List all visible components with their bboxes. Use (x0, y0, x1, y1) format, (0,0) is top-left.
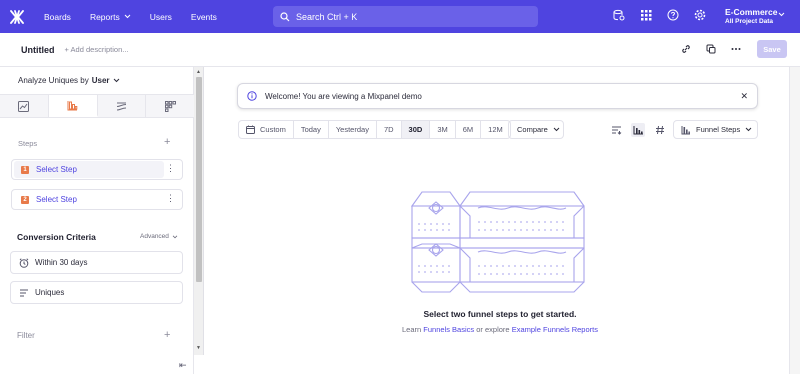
step-menu-icon[interactable]: ⋮ (166, 164, 175, 173)
analyze-value: User (91, 76, 110, 85)
help-icon[interactable] (666, 8, 680, 22)
info-icon (247, 91, 257, 101)
date-range-7d[interactable]: 7D (377, 121, 402, 138)
more-icon[interactable] (729, 42, 742, 55)
compare-dropdown[interactable]: Compare (508, 120, 564, 139)
report-type-tabs (0, 94, 194, 118)
date-range-12m[interactable]: 12M (481, 121, 510, 138)
funnel-empty-state-illustration (410, 191, 585, 293)
funnels-basics-link[interactable]: Funnels Basics (423, 325, 474, 334)
top-nav: Boards Reports Users Events Search Ctrl … (0, 0, 800, 33)
counting-method-field[interactable]: Uniques (10, 281, 183, 304)
select-step-button[interactable]: Select Step (36, 195, 77, 204)
nav-users[interactable]: Users (150, 12, 172, 22)
filter-lines-icon (20, 289, 28, 296)
collapse-sidebar-icon[interactable]: ⇤ (179, 360, 187, 371)
date-range-yesterday[interactable]: Yesterday (329, 121, 377, 138)
analyze-prefix: Analyze Uniques by (18, 76, 89, 85)
analyze-by-selector[interactable]: Analyze Uniques by User (18, 76, 120, 85)
save-button[interactable]: Save (757, 40, 787, 58)
empty-state-title: Select two funnel steps to get started. (423, 309, 577, 319)
welcome-text: Welcome! You are viewing a Mixpanel demo (265, 91, 422, 101)
tab-flows[interactable] (97, 95, 147, 117)
date-range-3m[interactable]: 3M (430, 121, 456, 138)
display-options-icon[interactable] (609, 123, 623, 137)
add-step-plus-icon[interactable]: + (164, 136, 170, 148)
insights-icon (18, 100, 30, 112)
date-range-6m[interactable]: 6M (456, 121, 482, 138)
metric-hash-icon[interactable] (653, 123, 667, 137)
tab-funnels[interactable] (48, 95, 98, 117)
date-range-today[interactable]: Today (294, 121, 329, 138)
date-range-30d[interactable]: 30D (401, 121, 431, 138)
database-icon[interactable] (612, 8, 626, 22)
step-number-badge: 1 (21, 165, 29, 174)
search-placeholder: Search Ctrl + K (296, 11, 358, 22)
copy-icon[interactable] (704, 42, 717, 55)
welcome-banner: Welcome! You are viewing a Mixpanel demo… (237, 83, 758, 109)
report-title[interactable]: Untitled (21, 45, 55, 55)
funnel-chart-icon (681, 125, 690, 134)
calendar-icon (246, 125, 255, 134)
nav-reports[interactable]: Reports (90, 12, 131, 22)
nav-events[interactable]: Events (191, 12, 217, 22)
funnel-step[interactable]: 2 Select Step ⋮ (11, 189, 183, 210)
chart-type-dropdown[interactable]: Funnel Steps (673, 120, 758, 139)
chevron-down-icon (124, 14, 131, 19)
retention-icon (164, 100, 176, 112)
report-header: Untitled + Add description... Save (0, 33, 800, 67)
funnels-icon (67, 100, 78, 110)
step-menu-icon[interactable]: ⋮ (166, 194, 175, 203)
close-icon[interactable]: ✕ (740, 91, 748, 102)
chevron-down-icon (172, 235, 178, 238)
chevron-down-icon (553, 127, 560, 132)
project-scope: All Project Data (725, 18, 774, 25)
scrollbar-thumb[interactable] (196, 77, 202, 282)
tab-insights[interactable] (0, 95, 49, 117)
chevron-down-icon (745, 127, 752, 132)
advanced-toggle[interactable]: Advanced (140, 233, 178, 240)
example-funnels-link[interactable]: Example Funnels Reports (512, 325, 598, 334)
funnel-step[interactable]: 1 Select Step ⋮ (11, 159, 183, 180)
project-name: E-Commerce (725, 7, 778, 17)
mixpanel-logo-icon[interactable] (0, 0, 34, 33)
date-range-selector: Custom Today Yesterday 7D 30D 3M 6M 12M (238, 120, 511, 139)
tab-retention[interactable] (146, 95, 194, 117)
steps-label: Steps (18, 139, 38, 148)
chevron-down-icon[interactable] (778, 12, 785, 17)
date-range-custom[interactable]: Custom (239, 121, 294, 138)
clock-icon (19, 257, 29, 268)
search-bar[interactable]: Search Ctrl + K (273, 6, 538, 27)
chevron-down-icon (113, 78, 119, 83)
step-number-badge: 2 (21, 195, 29, 204)
bar-chart-icon[interactable] (631, 123, 645, 137)
project-selector[interactable]: E-Commerce All Project Data (725, 7, 777, 27)
main-scrollbar[interactable] (789, 67, 800, 374)
description-field[interactable]: + Add description... (65, 45, 129, 54)
scroll-up-arrow-icon[interactable]: ▲ (196, 69, 201, 75)
flows-icon (116, 102, 126, 110)
apps-grid-icon[interactable] (639, 8, 653, 22)
nav-boards[interactable]: Boards (44, 12, 71, 22)
select-step-button[interactable]: Select Step (36, 165, 77, 174)
empty-state-subtitle: Learn Funnels Basics or explore Example … (402, 325, 598, 334)
settings-icon[interactable] (693, 8, 707, 22)
conversion-window-field[interactable]: Within 30 days (10, 251, 183, 274)
link-icon[interactable] (679, 42, 692, 55)
scroll-down-arrow-icon[interactable]: ▼ (196, 345, 201, 351)
search-icon (280, 11, 290, 21)
conversion-criteria-title: Conversion Criteria (17, 232, 96, 242)
